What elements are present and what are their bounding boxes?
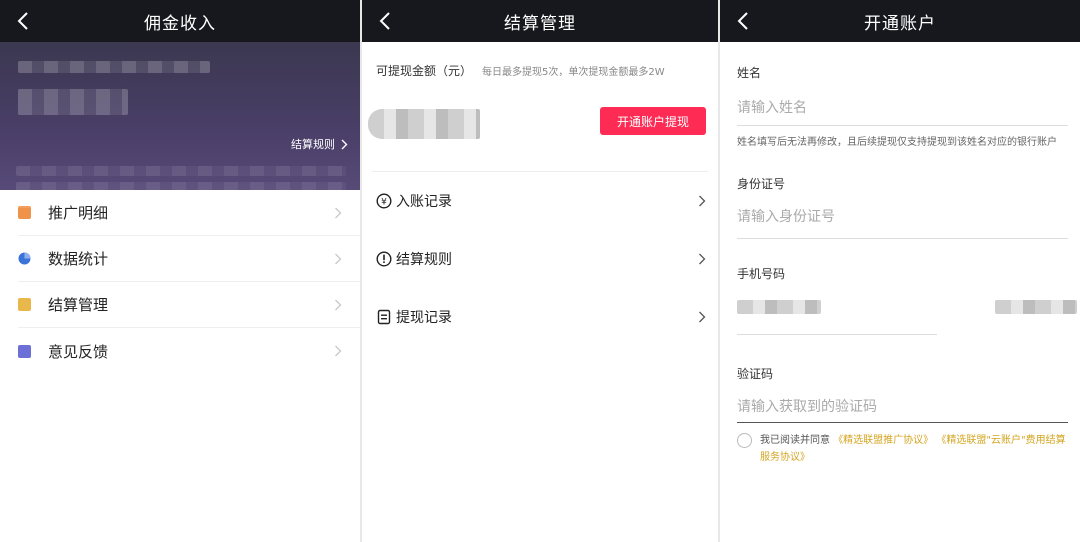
id-number-field[interactable]: 请输入身份证号	[737, 206, 1068, 228]
open-account-withdraw-button[interactable]: 开通账户提现	[600, 107, 706, 135]
name-field[interactable]: 请输入姓名	[737, 97, 1068, 119]
navbar: 结算管理	[362, 0, 718, 42]
menu-item-label: 结算管理	[48, 296, 109, 314]
open-account-screen: 开通账户 姓名 请输入姓名 姓名填写后无法再修改，且后续提现仅支持提现到该姓名对…	[720, 0, 1080, 542]
back-arrow-icon[interactable]	[732, 9, 756, 33]
list-item-label: 提现记录	[396, 310, 452, 326]
list-item-income-records[interactable]: ¥ 入账记录	[376, 172, 718, 230]
settlement-rules-link[interactable]: 结算规则	[291, 136, 348, 152]
withdrawable-header: 可提现金额（元） 每日最多提现5次，单次提现金额最多2W	[362, 42, 718, 79]
agreement: 我已阅读并同意 《精选联盟推广协议》 《精选联盟"云账户"费用结算服务协议》	[737, 432, 1068, 466]
menu-item-settlement[interactable]: 结算管理	[18, 282, 360, 328]
phone-underline	[737, 334, 937, 335]
blurred-phone	[737, 300, 821, 314]
phone-label: 手机号码	[737, 267, 786, 281]
blurred-caption	[18, 61, 210, 73]
page-title: 佣金收入	[144, 13, 216, 34]
chevron-right-icon	[335, 253, 342, 264]
chevron-right-icon	[699, 253, 706, 265]
blurred-notice	[16, 198, 306, 208]
verification-code-underline	[737, 422, 1068, 423]
settlement-list: ¥ 入账记录 结算规则 提现记录	[362, 172, 718, 346]
id-number-label: 身份证号	[737, 177, 786, 191]
chevron-right-icon	[335, 299, 342, 310]
phone-field[interactable]	[737, 294, 1077, 334]
list-item-settlement-rules[interactable]: 结算规则	[376, 230, 718, 288]
verification-code-label: 验证码	[737, 367, 774, 381]
agreement-text: 我已阅读并同意 《精选联盟推广协议》 《精选联盟"云账户"费用结算服务协议》	[760, 432, 1068, 466]
blurred-send-code	[995, 300, 1077, 314]
blurred-notice	[16, 182, 346, 192]
list-item-label: 结算规则	[396, 252, 452, 268]
menu-item-promotion-detail[interactable]: 推广明细	[18, 190, 360, 236]
chevron-right-icon	[699, 311, 706, 323]
menu-item-data-stats[interactable]: 数据统计	[18, 236, 360, 282]
commission-menu: 推广明细 数据统计 结算管理 意见反馈	[0, 190, 360, 374]
agree-radio[interactable]	[737, 433, 752, 448]
chevron-right-icon	[341, 139, 348, 149]
commission-screen: 佣金收入 结算规则 推广明细 数据统计 结算管理 意见反馈	[0, 0, 360, 542]
menu-item-feedback[interactable]: 意见反馈	[18, 328, 360, 374]
chevron-right-icon	[335, 207, 342, 218]
svg-text:¥: ¥	[381, 198, 387, 208]
blurred-amount	[18, 89, 128, 115]
menu-item-label: 意见反馈	[48, 342, 109, 361]
promotion-agreement-link[interactable]: 《精选联盟推广协议》	[833, 435, 933, 446]
exclamation-icon	[376, 251, 392, 267]
settlement-screen: 结算管理 可提现金额（元） 每日最多提现5次，单次提现金额最多2W 开通账户提现…	[362, 0, 718, 542]
agreement-prefix: 我已阅读并同意	[760, 435, 830, 446]
page-title: 结算管理	[504, 13, 576, 34]
earnings-banner: 结算规则	[0, 42, 360, 208]
back-arrow-icon[interactable]	[374, 9, 398, 33]
chevron-right-icon	[699, 195, 706, 207]
back-arrow-icon[interactable]	[12, 9, 36, 33]
page-title: 开通账户	[864, 13, 936, 34]
menu-item-label: 数据统计	[48, 250, 109, 268]
name-hint: 姓名填写后无法再修改，且后续提现仅支持提现到该姓名对应的银行账户	[737, 137, 1057, 148]
id-number-underline	[737, 238, 1068, 239]
list-icon	[377, 309, 391, 325]
list-item-withdraw-records[interactable]: 提现记录	[376, 288, 718, 346]
pie-chart-icon	[18, 252, 31, 265]
name-label: 姓名	[737, 66, 762, 80]
withdraw-limit-tip: 每日最多提现5次，单次提现金额最多2W	[482, 67, 665, 78]
verification-code-field[interactable]: 请输入获取到的验证码	[737, 396, 1068, 418]
feedback-icon	[18, 344, 31, 358]
withdrawable-title: 可提现金额（元）	[376, 64, 473, 78]
name-underline	[737, 125, 1068, 126]
withdraw-row: 开通账户提现	[362, 79, 718, 149]
blurred-notice	[16, 166, 346, 176]
navbar: 佣金收入	[0, 0, 360, 42]
yen-icon: ¥	[376, 193, 392, 209]
open-account-form: 姓名 请输入姓名 姓名填写后无法再修改，且后续提现仅支持提现到该姓名对应的银行账…	[720, 64, 1080, 466]
navbar: 开通账户	[720, 0, 1080, 42]
list-item-label: 入账记录	[396, 194, 452, 210]
settlement-icon	[18, 298, 31, 311]
chevron-right-icon	[335, 345, 342, 357]
blurred-amount	[368, 109, 480, 139]
settlement-rules-label: 结算规则	[291, 138, 335, 151]
